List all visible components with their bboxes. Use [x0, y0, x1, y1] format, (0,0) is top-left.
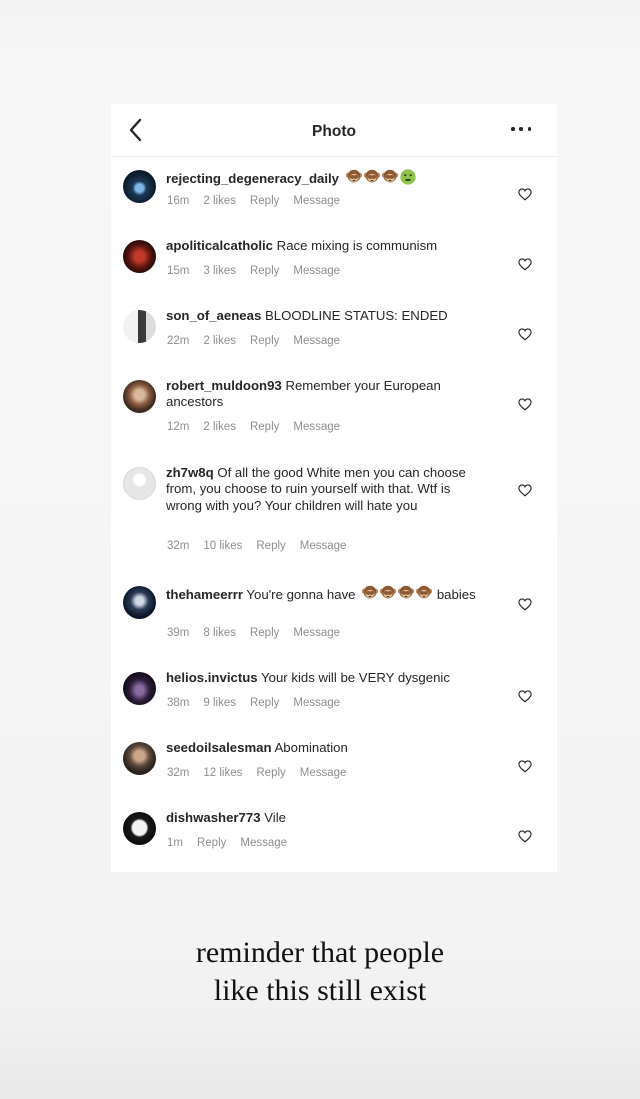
reply-button[interactable]: Reply	[197, 837, 226, 849]
comment-username[interactable]: rejecting_degeneracy_daily	[166, 171, 339, 186]
comment-time: 39m	[167, 627, 190, 639]
like-heart-icon[interactable]	[518, 760, 532, 773]
avatar[interactable]	[123, 672, 156, 705]
page-title: Photo	[312, 123, 356, 140]
comment-text: Race mixing is communism	[276, 238, 438, 253]
default-avatar-icon[interactable]	[123, 467, 156, 500]
reply-button[interactable]: Reply	[256, 767, 285, 779]
comment-username[interactable]: dishwasher773	[166, 810, 261, 825]
reply-button[interactable]: Reply	[250, 335, 279, 347]
comment-likes[interactable]: 2 likes	[203, 421, 236, 433]
comment-text: BLOODLINE STATUS: ENDED	[264, 308, 448, 323]
reply-button[interactable]: Reply	[250, 627, 279, 639]
reply-button[interactable]: Reply	[250, 697, 279, 709]
comment-meta: 1m Reply Message	[167, 837, 301, 849]
comment-username[interactable]: zh7w8q	[166, 465, 214, 480]
like-heart-icon[interactable]	[518, 328, 532, 341]
comment-time: 38m	[167, 697, 190, 709]
reply-button[interactable]: Reply	[256, 540, 285, 552]
emoji-sequence	[345, 168, 417, 190]
avatar[interactable]	[123, 310, 156, 343]
monkey-emoji-icon	[397, 584, 415, 602]
comment-likes[interactable]: 10 likes	[203, 540, 242, 552]
comment-time: 22m	[167, 335, 190, 347]
nauseated-face-icon	[399, 168, 417, 186]
top-bar: Photo	[111, 104, 557, 157]
more-options-button[interactable]	[511, 126, 531, 132]
reply-button[interactable]: Reply	[250, 421, 279, 433]
comment-text: Abomination	[274, 740, 348, 755]
comment-likes[interactable]: 12 likes	[203, 767, 242, 779]
avatar[interactable]	[123, 170, 156, 203]
comment-likes[interactable]: 2 likes	[203, 335, 236, 347]
comment-meta: 32m 10 likes Reply Message	[167, 540, 360, 552]
message-button[interactable]: Message	[293, 697, 340, 709]
comment-meta: 15m 3 likes Reply Message	[167, 265, 354, 277]
avatar[interactable]	[123, 240, 156, 273]
monkey-emoji-icon	[379, 584, 397, 602]
message-button[interactable]: Message	[240, 837, 287, 849]
comment-time: 32m	[167, 540, 190, 552]
comments-panel: Photo rejecting_degeneracy_daily 16m 2 li…	[111, 104, 557, 872]
like-heart-icon[interactable]	[518, 484, 532, 497]
comment-time: 12m	[167, 421, 190, 433]
comment-likes[interactable]: 9 likes	[203, 697, 236, 709]
comment-meta: 39m 8 likes Reply Message	[167, 627, 354, 639]
monkey-emoji-icon	[363, 168, 381, 186]
comment-username[interactable]: seedoilsalesman	[166, 740, 272, 755]
comment-text: You're gonna have	[246, 587, 356, 602]
like-heart-icon[interactable]	[518, 188, 532, 201]
comment-time: 15m	[167, 265, 190, 277]
monkey-emoji-icon	[345, 168, 363, 186]
comment-meta: 12m 2 likes Reply Message	[167, 421, 354, 433]
comment-text: Your kids will be VERY dysgenic	[261, 670, 450, 685]
message-button[interactable]: Message	[300, 767, 347, 779]
reply-button[interactable]: Reply	[250, 265, 279, 277]
comment-text: Vile	[264, 810, 286, 825]
comment-time: 1m	[167, 837, 183, 849]
story-caption: reminder that people like this still exi…	[0, 934, 640, 1010]
comment-meta: 38m 9 likes Reply Message	[167, 697, 354, 709]
message-button[interactable]: Message	[293, 421, 340, 433]
comment-likes[interactable]: 2 likes	[203, 195, 236, 207]
message-button[interactable]: Message	[293, 265, 340, 277]
comment-likes[interactable]: 8 likes	[203, 627, 236, 639]
comment-text: babies	[436, 587, 476, 602]
more-dots-icon	[511, 127, 515, 131]
comment-likes[interactable]: 3 likes	[203, 265, 236, 277]
comment-username[interactable]: helios.invictus	[166, 670, 258, 685]
like-heart-icon[interactable]	[518, 690, 532, 703]
monkey-emoji-icon	[415, 584, 433, 602]
like-heart-icon[interactable]	[518, 398, 532, 411]
reply-button[interactable]: Reply	[250, 195, 279, 207]
message-button[interactable]: Message	[300, 540, 347, 552]
comment-username[interactable]: robert_muldoon93	[166, 378, 282, 393]
caption-line-2: like this still exist	[213, 974, 427, 1007]
message-button[interactable]: Message	[293, 195, 340, 207]
comment-meta: 16m 2 likes Reply Message	[167, 195, 354, 207]
comment-time: 32m	[167, 767, 190, 779]
comment-time: 16m	[167, 195, 190, 207]
like-heart-icon[interactable]	[518, 598, 532, 611]
avatar[interactable]	[123, 742, 156, 775]
monkey-emoji-icon	[361, 584, 379, 602]
comment-username[interactable]: thehameerrr	[166, 587, 243, 602]
avatar[interactable]	[123, 586, 156, 619]
avatar[interactable]	[123, 812, 156, 845]
message-button[interactable]: Message	[293, 627, 340, 639]
comment-meta: 22m 2 likes Reply Message	[167, 335, 354, 347]
comment-meta: 32m 12 likes Reply Message	[167, 767, 360, 779]
message-button[interactable]: Message	[293, 335, 340, 347]
comment-username[interactable]: son_of_aeneas	[166, 308, 261, 323]
like-heart-icon[interactable]	[518, 830, 532, 843]
monkey-emoji-icon	[381, 168, 399, 186]
like-heart-icon[interactable]	[518, 258, 532, 271]
avatar[interactable]	[123, 380, 156, 413]
comment-username[interactable]: apoliticalcatholic	[166, 238, 273, 253]
caption-line-1: reminder that people	[195, 936, 445, 969]
emoji-sequence	[361, 584, 433, 606]
